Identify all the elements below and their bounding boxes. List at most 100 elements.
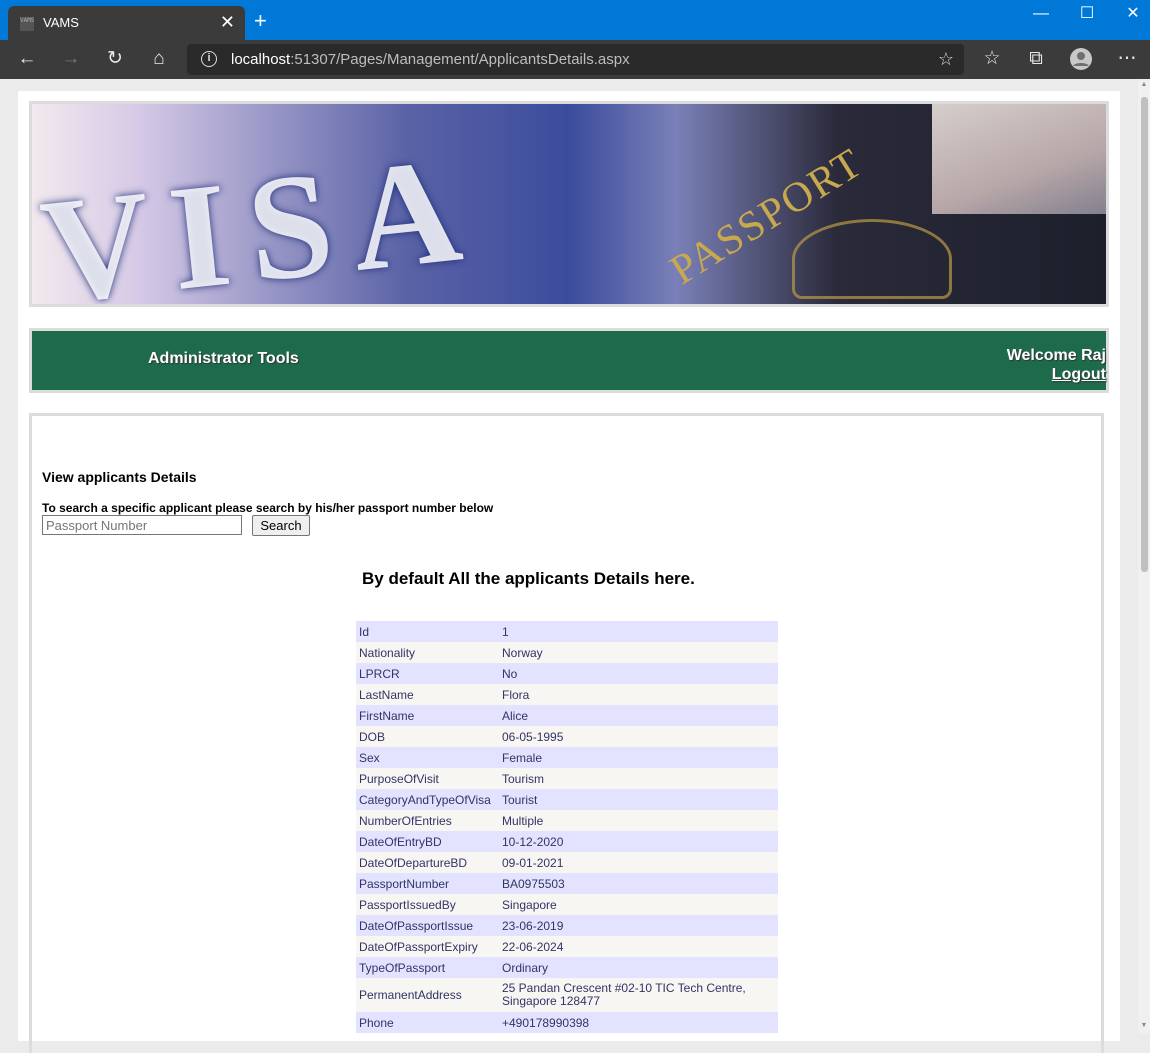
detail-value: 06-05-1995: [502, 729, 564, 744]
table-row: Id 1: [356, 621, 778, 642]
passport-search-input[interactable]: [42, 515, 242, 535]
welcome-text: Welcome Raj: [1006, 347, 1106, 364]
detail-key: DateOfPassportIssue: [359, 918, 474, 933]
url-path: :51307/Pages/Management/ApplicantsDetail…: [290, 51, 630, 68]
detail-value: 10-12-2020: [502, 834, 564, 849]
table-row: Nationality Norway: [356, 642, 778, 663]
table-row: NumberOfEntries Multiple: [356, 810, 778, 831]
page-title: View applicants Details: [42, 469, 197, 485]
table-row: CategoryAndTypeOfVisa Tourist: [356, 789, 778, 810]
detail-value: 09-01-2021: [502, 855, 564, 870]
close-tab-icon[interactable]: ✕: [220, 12, 235, 32]
browser-toolbar: ← → ↻ ⌂ i localhost:51307/Pages/Manageme…: [0, 40, 1150, 79]
table-row: PassportIssuedBy Singapore: [356, 894, 778, 915]
table-row: Phone +490178990398: [356, 1012, 778, 1033]
detail-key: DateOfEntryBD: [359, 834, 442, 849]
banner-stamp-image: [932, 104, 1106, 214]
tab-title: VAMS: [43, 15, 79, 30]
header-banner-image: VISA PASSPORT: [29, 101, 1109, 307]
banner-seal-image: [792, 219, 952, 299]
table-row: LastName Flora: [356, 684, 778, 705]
search-button[interactable]: Search: [252, 515, 310, 536]
welcome-block: Welcome Raj Logout: [1007, 346, 1106, 384]
table-row: TypeOfPassport Ordinary: [356, 957, 778, 978]
collections-icon[interactable]: ⧉: [1024, 48, 1048, 72]
detail-key: Nationality: [359, 645, 416, 660]
detail-value: Tourist: [502, 792, 538, 807]
admin-menubar: Administrator Tools Welcome Raj Logout: [29, 328, 1109, 393]
detail-key: Phone: [359, 1015, 394, 1030]
logout-link[interactable]: Logout: [1007, 365, 1106, 384]
detail-value: Flora: [502, 687, 530, 702]
applicant-details-table: Id 1 Nationality Norway LPRCR No LastName Flora…: [356, 621, 778, 1033]
default-message: By default All the applicants Details he…: [362, 569, 695, 588]
detail-value: No: [502, 666, 518, 681]
detail-value: 23-06-2019: [502, 918, 564, 933]
close-window-icon[interactable]: ✕: [1118, 5, 1148, 25]
detail-key: DateOfPassportExpiry: [359, 939, 478, 954]
table-row: PermanentAddress 25 Pandan Crescent #02-1…: [356, 978, 778, 1012]
detail-key: DOB: [359, 729, 386, 744]
table-row: DOB 06-05-1995: [356, 726, 778, 747]
detail-key: FirstName: [359, 708, 415, 723]
table-row: PassportNumber BA0975503: [356, 873, 778, 894]
scroll-down-icon[interactable]: ▼: [1140, 1022, 1148, 1029]
address-bar[interactable]: i localhost:51307/Pages/Management/Appli…: [187, 44, 964, 75]
detail-value: +490178990398: [502, 1015, 590, 1030]
detail-key: PassportIssuedBy: [359, 897, 456, 912]
detail-value: 1: [502, 624, 509, 639]
detail-key: Id: [359, 624, 370, 639]
table-row: DateOfPassportExpiry 22-06-2024: [356, 936, 778, 957]
detail-key: CategoryAndTypeOfVisa: [359, 792, 491, 807]
detail-value: Multiple: [502, 813, 544, 828]
detail-key: PurposeOfVisit: [359, 771, 439, 786]
site-info-icon[interactable]: i: [201, 51, 217, 67]
table-row: DateOfEntryBD 10-12-2020: [356, 831, 778, 852]
url-host: localhost: [231, 51, 291, 68]
table-row: DateOfPassportIssue 23-06-2019: [356, 915, 778, 936]
table-row: DateOfDepartureBD 09-01-2021: [356, 852, 778, 873]
back-icon[interactable]: ←: [15, 48, 39, 72]
detail-value: Alice: [502, 708, 529, 723]
main-content: View applicants Details To search a spec…: [29, 413, 1104, 1053]
detail-key: PermanentAddress: [359, 987, 462, 1002]
add-favorite-icon[interactable]: ☆: [938, 49, 954, 70]
scroll-thumb[interactable]: [1141, 97, 1148, 572]
page-container: VISA PASSPORT Administrator Tools Welcom…: [18, 91, 1120, 1053]
url-text[interactable]: localhost:51307/Pages/Management/Applica…: [231, 51, 630, 68]
detail-value: Singapore: [502, 897, 557, 912]
maximize-icon[interactable]: ☐: [1072, 5, 1102, 25]
detail-key: PassportNumber: [359, 876, 450, 891]
menu-title: Administrator Tools: [148, 350, 299, 367]
detail-key: Sex: [359, 750, 380, 765]
profile-icon[interactable]: [1069, 48, 1093, 72]
table-row: LPRCR No: [356, 663, 778, 684]
detail-key: NumberOfEntries: [359, 813, 452, 828]
detail-value: Ordinary: [502, 960, 549, 975]
detail-value: Tourism: [502, 771, 545, 786]
table-row: Sex Female: [356, 747, 778, 768]
favorites-icon[interactable]: ☆: [980, 48, 1004, 72]
browser-titlebar: VAMS VAMS ✕ + — ☐ ✕: [0, 0, 1150, 40]
search-hint: To search a specific applicant please se…: [42, 501, 494, 515]
detail-key: LPRCR: [359, 666, 400, 681]
detail-value: 22-06-2024: [502, 939, 564, 954]
new-tab-icon[interactable]: +: [254, 10, 267, 32]
table-row: PurposeOfVisit Tourism: [356, 768, 778, 789]
home-icon[interactable]: ⌂: [147, 48, 171, 72]
scroll-up-icon[interactable]: ▲: [1140, 81, 1148, 88]
detail-value: Female: [502, 750, 543, 765]
minimize-icon[interactable]: —: [1026, 5, 1056, 25]
favicon-icon: VAMS: [20, 17, 34, 31]
page-scrollbar[interactable]: ▲ ▼: [1138, 79, 1150, 1034]
forward-icon[interactable]: →: [59, 48, 83, 72]
detail-key: TypeOfPassport: [359, 960, 446, 975]
detail-key: LastName: [359, 687, 414, 702]
browser-tab[interactable]: VAMS VAMS ✕: [8, 6, 245, 40]
detail-value: 25 Pandan Crescent #02-10 TIC Tech Centr…: [502, 981, 746, 1008]
more-menu-icon[interactable]: ⋯: [1115, 48, 1139, 72]
refresh-icon[interactable]: ↻: [103, 48, 127, 72]
detail-value: Norway: [502, 645, 543, 660]
table-row: FirstName Alice: [356, 705, 778, 726]
banner-visa-text: VISA: [34, 124, 488, 307]
